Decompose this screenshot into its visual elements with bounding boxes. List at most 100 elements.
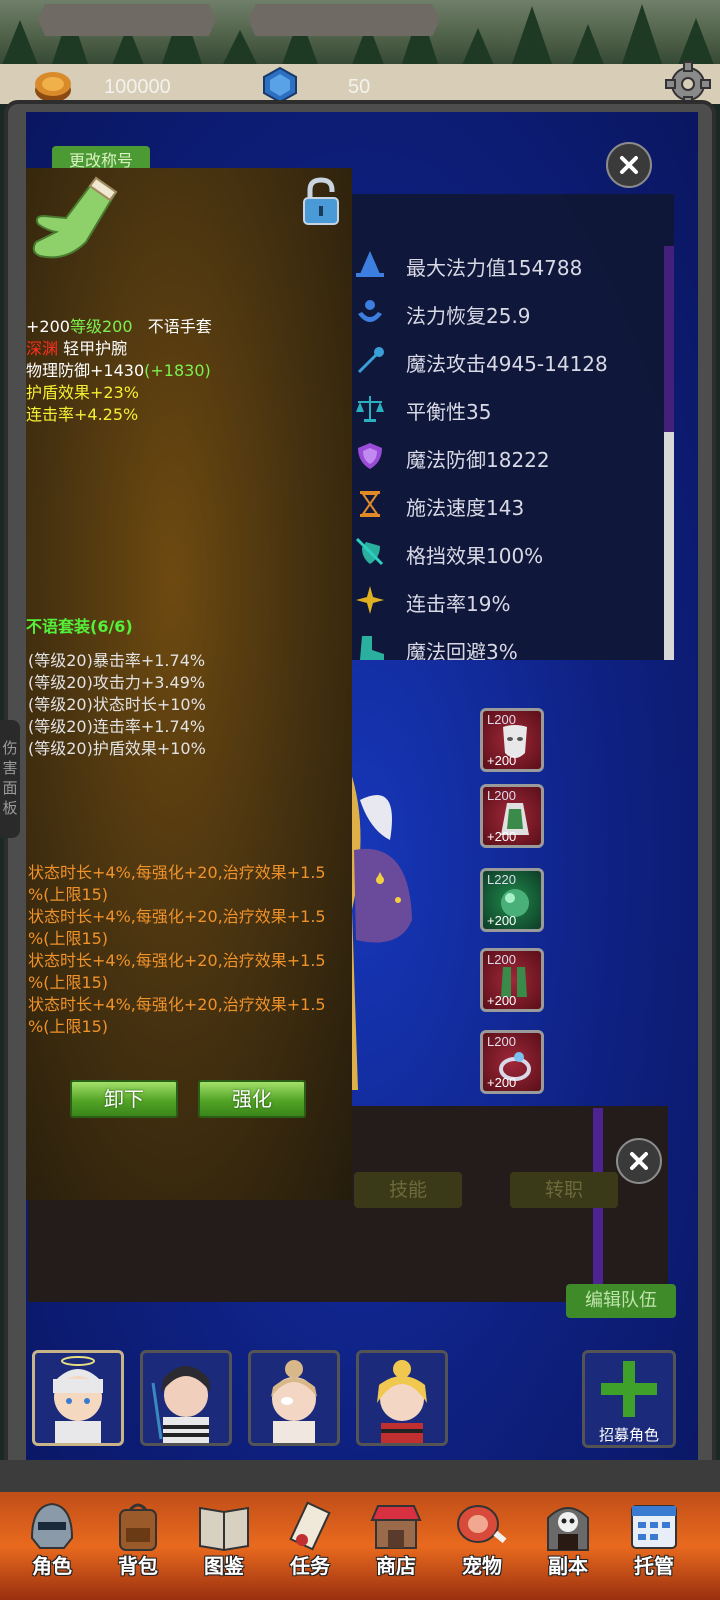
nav-dungeon[interactable]: 副本 bbox=[528, 1494, 608, 1598]
nav-shop[interactable]: 商店 bbox=[356, 1494, 436, 1598]
mana-regen-icon bbox=[358, 300, 382, 322]
nav-label: 宠物 bbox=[462, 1554, 502, 1578]
star-burst-icon bbox=[356, 586, 384, 614]
item-enhance-level: +200 bbox=[26, 317, 70, 336]
edit-team-button[interactable]: 编辑队伍 bbox=[566, 1284, 676, 1318]
calendar-icon bbox=[631, 1505, 677, 1549]
gem-amount: 50 bbox=[348, 76, 371, 98]
slot-enhance: +200 bbox=[487, 1075, 517, 1090]
side-tab-char: 伤 bbox=[2, 739, 18, 757]
recruit-label: 招募角色 bbox=[598, 1426, 659, 1444]
tab-skills[interactable]: 技能 bbox=[354, 1172, 462, 1208]
enhance-button[interactable]: 强化 bbox=[198, 1080, 306, 1118]
unequip-button[interactable]: 卸下 bbox=[70, 1080, 178, 1118]
wizard-hat-icon bbox=[356, 251, 384, 277]
stat-label: 平衡性35 bbox=[406, 400, 492, 424]
nav-label: 商店 bbox=[376, 1554, 416, 1578]
side-tab-char: 板 bbox=[2, 799, 18, 817]
meat-icon bbox=[457, 1505, 507, 1544]
team-portrait-4[interactable] bbox=[356, 1350, 448, 1446]
gem-pill bbox=[248, 4, 440, 36]
stat-max-mana: 最大法力值154788 bbox=[354, 244, 654, 284]
stat-combo-rate: 连击率19% bbox=[354, 580, 654, 620]
slot-level: L220 bbox=[487, 872, 516, 887]
frame-bottom-strip bbox=[0, 1460, 720, 1496]
item-type: 轻甲护腕 bbox=[63, 339, 128, 358]
plus-icon bbox=[601, 1361, 657, 1417]
item-phys-def: 物理防御+1430 bbox=[26, 361, 145, 380]
equip-slot-body[interactable]: L200 +200 bbox=[480, 784, 544, 848]
set-bonus: (等级20)攻击力+3.49% bbox=[28, 673, 206, 692]
team-portrait-2[interactable] bbox=[140, 1350, 232, 1446]
tab-rebirth[interactable]: 转职 bbox=[510, 1172, 618, 1208]
nav-backpack[interactable]: 背包 bbox=[98, 1494, 178, 1598]
set-bonus: (等级20)连击率+1.74% bbox=[28, 717, 206, 736]
shop-icon bbox=[370, 1505, 422, 1549]
close-button[interactable] bbox=[606, 142, 652, 188]
special-effect-line: %(上限15) bbox=[28, 973, 109, 992]
gold-amount: 100000 bbox=[104, 76, 171, 98]
hourglass-icon bbox=[360, 491, 380, 517]
special-effect-line: %(上限15) bbox=[28, 929, 109, 948]
set-bonus: (等级20)暴击率+1.74% bbox=[28, 651, 206, 670]
item-shield-effect: 护盾效果+23% bbox=[26, 383, 139, 402]
equip-slot-ring[interactable]: L200 +200 bbox=[480, 1030, 544, 1094]
glove-icon bbox=[32, 176, 118, 259]
slot-enhance: +200 bbox=[487, 913, 517, 928]
magic-wand-icon bbox=[357, 347, 384, 374]
team-portrait-3[interactable] bbox=[248, 1350, 340, 1446]
lock-icon[interactable] bbox=[300, 176, 342, 228]
side-tab-char: 害 bbox=[2, 759, 18, 777]
nav-label: 角色 bbox=[32, 1554, 72, 1578]
book-icon bbox=[199, 1506, 249, 1552]
character-portrait bbox=[151, 1366, 211, 1443]
item-level: 等级200 bbox=[69, 317, 133, 336]
helmet-icon bbox=[30, 1502, 74, 1549]
gold-pill bbox=[38, 4, 216, 36]
blue-gem-icon bbox=[263, 66, 297, 104]
special-effect-line: %(上限15) bbox=[28, 1017, 109, 1036]
stat-label: 最大法力值154788 bbox=[406, 256, 583, 280]
nav-label: 背包 bbox=[118, 1554, 158, 1578]
stat-label: 法力恢复25.9 bbox=[406, 304, 531, 328]
stat-label: 施法速度143 bbox=[406, 496, 525, 520]
scroll-icon bbox=[289, 1501, 331, 1551]
equip-slot-feet[interactable]: L200 +200 bbox=[480, 948, 544, 1012]
equip-slot-accessory[interactable]: L220 +200 bbox=[480, 868, 544, 932]
stat-magic-defense: 魔法防御18222 bbox=[354, 436, 654, 476]
nav-pets[interactable]: 宠物 bbox=[442, 1494, 522, 1598]
set-bonus: (等级20)护盾效果+10% bbox=[28, 739, 206, 758]
item-combo-rate: 连击率+4.25% bbox=[26, 405, 139, 424]
equip-slot-head[interactable]: L200 +200 bbox=[480, 708, 544, 772]
close-sub-panel-button[interactable] bbox=[616, 1138, 662, 1184]
nav-label: 图鉴 bbox=[204, 1554, 244, 1578]
skull-gate-icon bbox=[547, 1507, 589, 1551]
nav-label: 任务 bbox=[290, 1554, 330, 1578]
special-effect-line: 状态时长+4%,每强化+20,治疗效果+1.5 bbox=[28, 907, 326, 926]
set-bonus: (等级20)状态时长+10% bbox=[28, 695, 206, 714]
nav-auto-manage[interactable]: 托管 bbox=[614, 1494, 694, 1598]
nav-character[interactable]: 角色 bbox=[12, 1494, 92, 1598]
set-name: 不语套装(6/6) bbox=[26, 617, 133, 636]
slot-level: L200 bbox=[487, 1034, 516, 1049]
stat-magic-attack: 魔法攻击4945-14128 bbox=[354, 340, 654, 380]
close-icon bbox=[630, 1152, 648, 1170]
slot-enhance: +200 bbox=[487, 993, 517, 1008]
slot-level: L200 bbox=[487, 712, 516, 727]
character-art bbox=[340, 770, 412, 1090]
nav-codex[interactable]: 图鉴 bbox=[184, 1494, 264, 1598]
stat-label: 魔法攻击4945-14128 bbox=[406, 352, 608, 376]
special-effect-line: 状态时长+4%,每强化+20,治疗效果+1.5 bbox=[28, 863, 326, 882]
item-rarity: 深渊 bbox=[26, 339, 59, 358]
item-type-line: 深渊 轻甲护腕 bbox=[26, 338, 127, 360]
character-portrait bbox=[53, 1356, 103, 1443]
stats-scroll-thumb[interactable] bbox=[664, 432, 674, 660]
nav-label: 托管 bbox=[634, 1554, 674, 1578]
gold-coin-icon bbox=[35, 72, 71, 102]
team-portrait-1[interactable] bbox=[32, 1350, 124, 1446]
nav-quests[interactable]: 任务 bbox=[270, 1494, 350, 1598]
balance-scale-icon bbox=[356, 396, 384, 422]
side-tab-char: 面 bbox=[2, 779, 18, 797]
stat-label: 连击率19% bbox=[406, 592, 511, 616]
damage-panel-tab[interactable]: 伤 害 面 板 bbox=[0, 720, 20, 838]
